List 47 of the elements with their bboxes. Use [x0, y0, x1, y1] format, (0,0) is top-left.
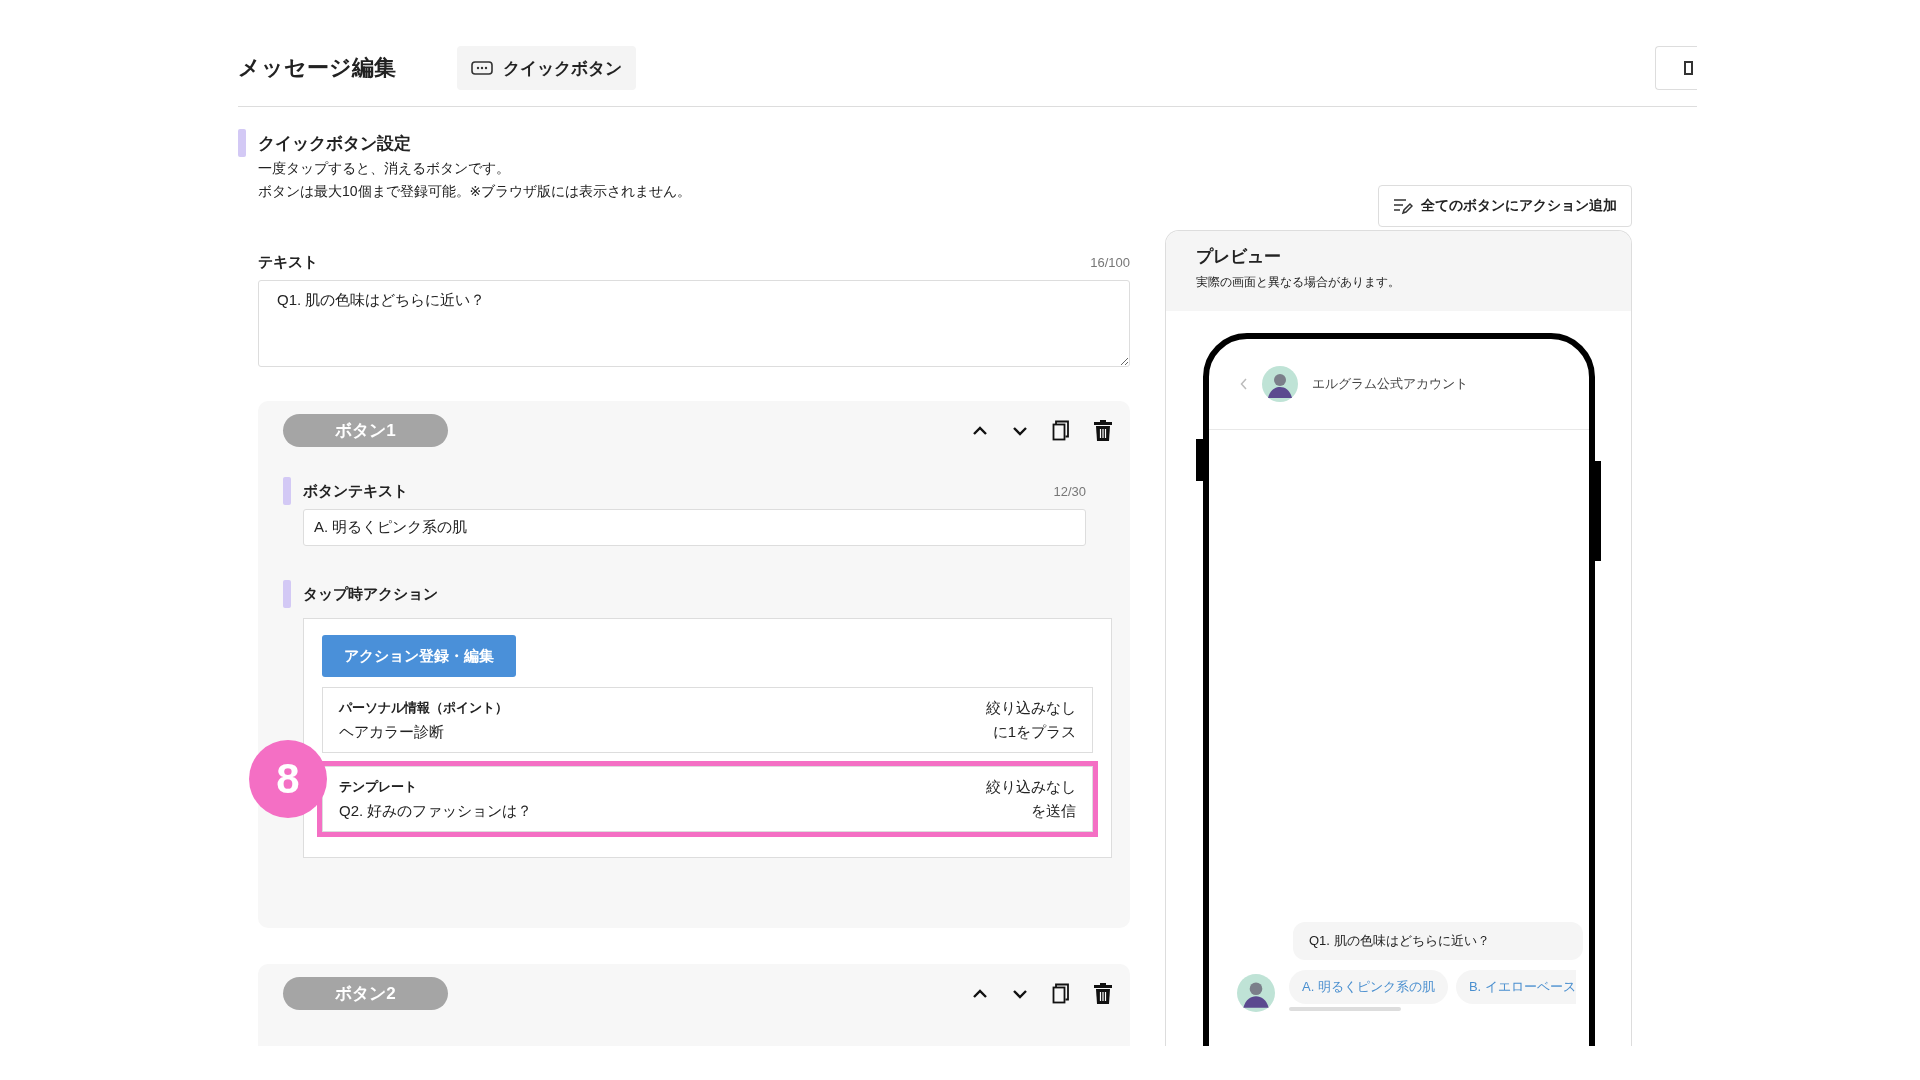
step-number-badge: 8 [249, 740, 327, 818]
avatar-icon [1237, 974, 1275, 1012]
chevron-down-icon[interactable] [1012, 425, 1028, 436]
chevron-down-icon[interactable] [1012, 988, 1028, 999]
edit-list-icon [1393, 197, 1413, 215]
action-detail: Q2. 好みのファッションは？ [339, 801, 533, 821]
action-type: パーソナル情報（ポイント） [339, 699, 508, 717]
button-text-field[interactable]: A. 明るくピンク系の肌 [303, 509, 1086, 546]
char-counter: 12/30 [1053, 483, 1086, 499]
account-name: エルグラム公式アカウント [1312, 375, 1468, 393]
page-title: メッセージ編集 [238, 54, 397, 82]
add-action-all-button[interactable]: 全てのボタンにアクション追加 [1378, 185, 1632, 227]
action-item[interactable]: パーソナル情報（ポイント） ヘアカラー診断 絞り込みなし に1をプラス [322, 687, 1093, 753]
button-title-pill: ボタン2 [283, 977, 448, 1010]
chevron-up-icon[interactable] [972, 425, 988, 436]
accent-bar [283, 580, 291, 608]
action-condition: 絞り込みなし [986, 777, 1076, 797]
char-counter: 16/100 [1090, 255, 1130, 270]
action-item[interactable]: テンプレート Q2. 好みのファッションは？ 絞り込みなし を送信 [322, 766, 1093, 832]
type-tab[interactable]: クイックボタン [457, 46, 636, 90]
trash-icon[interactable] [1094, 420, 1112, 441]
action-detail: ヘアカラー診断 [339, 722, 445, 742]
section-title: クイックボタン設定 [258, 132, 411, 155]
message-bubble: Q1. 肌の色味はどちらに近い？ [1293, 922, 1583, 960]
field-label: タップ時アクション [303, 584, 438, 604]
button-title-pill: ボタン1 [283, 414, 448, 447]
copy-icon[interactable] [1052, 420, 1070, 441]
field-label: ボタンテキスト [303, 481, 408, 501]
description-text: 一度タップすると、消えるボタンです。 [258, 159, 511, 178]
copy-icon[interactable] [1052, 983, 1070, 1004]
document-icon [1683, 60, 1693, 76]
preview-note: 実際の画面と異なる場合があります。 [1196, 274, 1401, 291]
preview-title: プレビュー [1196, 246, 1282, 268]
accent-bar [283, 477, 291, 505]
action-effect: に1をプラス [992, 722, 1076, 742]
avatar-icon [1262, 366, 1298, 402]
action-type: テンプレート [339, 778, 418, 796]
trash-icon[interactable] [1094, 983, 1112, 1004]
description-text: ボタンは最大10個まで登録可能。※ブラウザ版には表示されません。 [258, 182, 693, 201]
accent-bar [238, 129, 246, 157]
toolbar-button[interactable] [1655, 46, 1697, 90]
text-input-field[interactable]: Q1. 肌の色味はどちらに近い？ [258, 280, 1130, 367]
action-condition: 絞り込みなし [986, 698, 1076, 718]
action-effect: を送信 [1031, 801, 1076, 821]
keyboard-icon [471, 61, 493, 75]
chevron-up-icon[interactable] [972, 988, 988, 999]
field-label: テキスト [258, 253, 318, 272]
